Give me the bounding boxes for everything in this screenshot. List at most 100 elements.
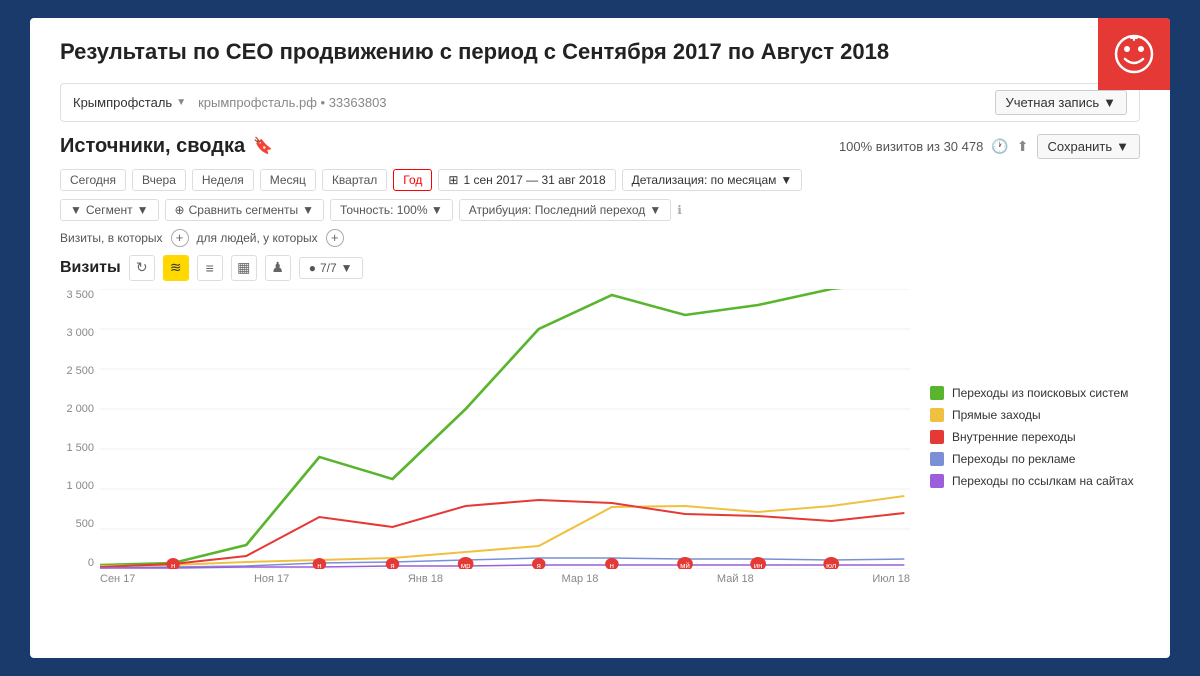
section-header: Источники, сводка 🔖 100% визитов из 30 4… xyxy=(60,134,1140,159)
site-selector[interactable]: Крымпрофсталь ▼ xyxy=(73,95,186,110)
chart-title: Визиты xyxy=(60,259,121,277)
chart-controls: Визиты ↻ ≋ ≡ ▦ ♟ ● 7/7 ▼ xyxy=(60,255,1140,281)
site-selector-caret: ▼ xyxy=(176,97,186,108)
filter-icon: ▼ xyxy=(70,203,82,217)
y-label-0: 0 xyxy=(60,557,94,569)
legend-label-internal: Внутренние переходы xyxy=(952,430,1076,444)
legend-color-ads xyxy=(930,452,944,466)
layers-button[interactable]: ● 7/7 ▼ xyxy=(299,257,363,279)
legend-label-ads: Переходы по рекламе xyxy=(952,452,1075,466)
svg-text:н: н xyxy=(171,561,175,569)
date-range-text: 1 сен 2017 — 31 авг 2018 xyxy=(463,173,605,187)
legend-item-ads: Переходы по рекламе xyxy=(930,452,1140,466)
info-icon: ℹ xyxy=(677,203,682,217)
y-label-2000: 2 000 xyxy=(60,403,94,415)
chart-legend: Переходы из поисковых систем Прямые захо… xyxy=(920,289,1140,585)
section-title-text: Источники, сводка xyxy=(60,135,245,158)
account-caret: ▼ xyxy=(1103,95,1116,110)
bar-chart-button[interactable]: ▦ xyxy=(231,255,257,281)
chart-wrapper: 3 500 3 000 2 500 2 000 1 500 1 000 500 … xyxy=(60,289,1140,585)
account-button[interactable]: Учетная запись ▼ xyxy=(995,90,1127,115)
accuracy-caret: ▼ xyxy=(431,203,443,217)
logo-icon xyxy=(1112,32,1156,76)
tab-month[interactable]: Месяц xyxy=(260,169,316,191)
x-label-mar18: Мар 18 xyxy=(562,573,599,585)
save-label: Сохранить xyxy=(1048,139,1113,154)
x-label-nov17: Ноя 17 xyxy=(254,573,289,585)
account-label: Учетная запись xyxy=(1006,95,1100,110)
attribution-button[interactable]: Атрибуция: Последний переход ▼ xyxy=(459,199,671,221)
segment-label: Сегмент xyxy=(86,203,133,217)
tab-today[interactable]: Сегодня xyxy=(60,169,126,191)
save-caret: ▼ xyxy=(1116,139,1129,154)
svg-text:мй: мй xyxy=(680,561,690,569)
detail-button[interactable]: Детализация: по месяцам ▼ xyxy=(622,169,803,191)
bookmark-icon[interactable]: 🔖 xyxy=(253,136,273,156)
legend-color-internal xyxy=(930,430,944,444)
segment-caret: ▼ xyxy=(137,203,149,217)
calendar-grid-icon: ⊞ xyxy=(448,173,458,187)
compare-caret: ▼ xyxy=(302,203,314,217)
compare-label: Сравнить сегменты xyxy=(189,203,299,217)
y-label-1500: 1 500 xyxy=(60,442,94,454)
visits-info: 100% визитов из 30 478 🕐 ⬆ Сохранить ▼ xyxy=(839,134,1140,159)
svg-text:мр: мр xyxy=(461,561,471,569)
slide-container: Результаты по СЕО продвижению с период с… xyxy=(30,18,1170,658)
tab-year[interactable]: Год xyxy=(393,169,432,191)
svg-text:н: н xyxy=(610,561,614,569)
layers-caret: ▼ xyxy=(341,261,353,275)
attr-label: Атрибуция: Последний переход xyxy=(469,203,646,217)
y-label-2500: 2 500 xyxy=(60,365,94,377)
legend-item-search: Переходы из поисковых систем xyxy=(930,386,1140,400)
legend-item-internal: Внутренние переходы xyxy=(930,430,1140,444)
refresh-chart-button[interactable]: ↻ xyxy=(129,255,155,281)
x-label-may18: Май 18 xyxy=(717,573,754,585)
site-name: Крымпрофсталь xyxy=(73,95,172,110)
legend-label-links: Переходы по ссылкам на сайтах xyxy=(952,474,1134,488)
compare-segments-button[interactable]: ⊕ Сравнить сегменты ▼ xyxy=(165,199,324,221)
x-label-sep17: Сен 17 xyxy=(100,573,135,585)
chart-svg: н н я мр я н мй ин юл xyxy=(100,289,910,569)
segment-toolbar: ▼ Сегмент ▼ ⊕ Сравнить сегменты ▼ Точнос… xyxy=(60,199,1140,221)
corner-logo xyxy=(1098,18,1170,90)
tab-quarter[interactable]: Квартал xyxy=(322,169,387,191)
y-label-3000: 3 000 xyxy=(60,327,94,339)
legend-color-search xyxy=(930,386,944,400)
legend-color-links xyxy=(930,474,944,488)
y-axis-labels: 3 500 3 000 2 500 2 000 1 500 1 000 500 … xyxy=(60,289,98,569)
date-range-button[interactable]: ⊞ 1 сен 2017 — 31 авг 2018 xyxy=(438,169,615,191)
chart-area: 3 500 3 000 2 500 2 000 1 500 1 000 500 … xyxy=(60,289,910,585)
site-url: крымпрофсталь.рф • 33363803 xyxy=(198,95,386,110)
svg-text:я: я xyxy=(390,561,394,569)
for-people-label: для людей, у которых xyxy=(197,231,318,245)
calendar-icon[interactable]: 🕐 xyxy=(991,138,1008,155)
segment-button[interactable]: ▼ Сегмент ▼ xyxy=(60,199,159,221)
add-visits-filter-button[interactable]: + xyxy=(171,229,189,247)
compare-icon: ⊕ xyxy=(175,203,185,217)
accuracy-label: Точность: 100% xyxy=(340,203,427,217)
legend-label-search: Переходы из поисковых систем xyxy=(952,386,1128,400)
scatter-chart-button[interactable]: ♟ xyxy=(265,255,291,281)
svg-text:юл: юл xyxy=(826,561,836,569)
detail-caret: ▼ xyxy=(780,173,792,187)
tab-yesterday[interactable]: Вчера xyxy=(132,169,186,191)
y-label-500: 500 xyxy=(60,518,94,530)
svg-text:я: я xyxy=(537,561,541,569)
save-button[interactable]: Сохранить ▼ xyxy=(1037,134,1140,159)
line-chart-button[interactable]: ≋ xyxy=(163,255,189,281)
area-chart-button[interactable]: ≡ xyxy=(197,255,223,281)
top-bar: Крымпрофсталь ▼ крымпрофсталь.рф • 33363… xyxy=(60,83,1140,122)
legend-item-links: Переходы по ссылкам на сайтах xyxy=(930,474,1140,488)
legend-item-direct: Прямые заходы xyxy=(930,408,1140,422)
x-label-jan18: Янв 18 xyxy=(408,573,443,585)
legend-color-direct xyxy=(930,408,944,422)
add-people-filter-button[interactable]: + xyxy=(326,229,344,247)
page-title: Результаты по СЕО продвижению с период с… xyxy=(60,38,1140,67)
x-axis-labels: Сен 17 Ноя 17 Янв 18 Мар 18 Май 18 Июл 1… xyxy=(60,569,910,585)
date-tabs-toolbar: Сегодня Вчера Неделя Месяц Квартал Год ⊞… xyxy=(60,169,1140,191)
tab-week[interactable]: Неделя xyxy=(192,169,254,191)
legend-label-direct: Прямые заходы xyxy=(952,408,1041,422)
visits-in-label: Визиты, в которых xyxy=(60,231,163,245)
accuracy-button[interactable]: Точность: 100% ▼ xyxy=(330,199,453,221)
share-icon[interactable]: ⬆ xyxy=(1017,138,1029,155)
